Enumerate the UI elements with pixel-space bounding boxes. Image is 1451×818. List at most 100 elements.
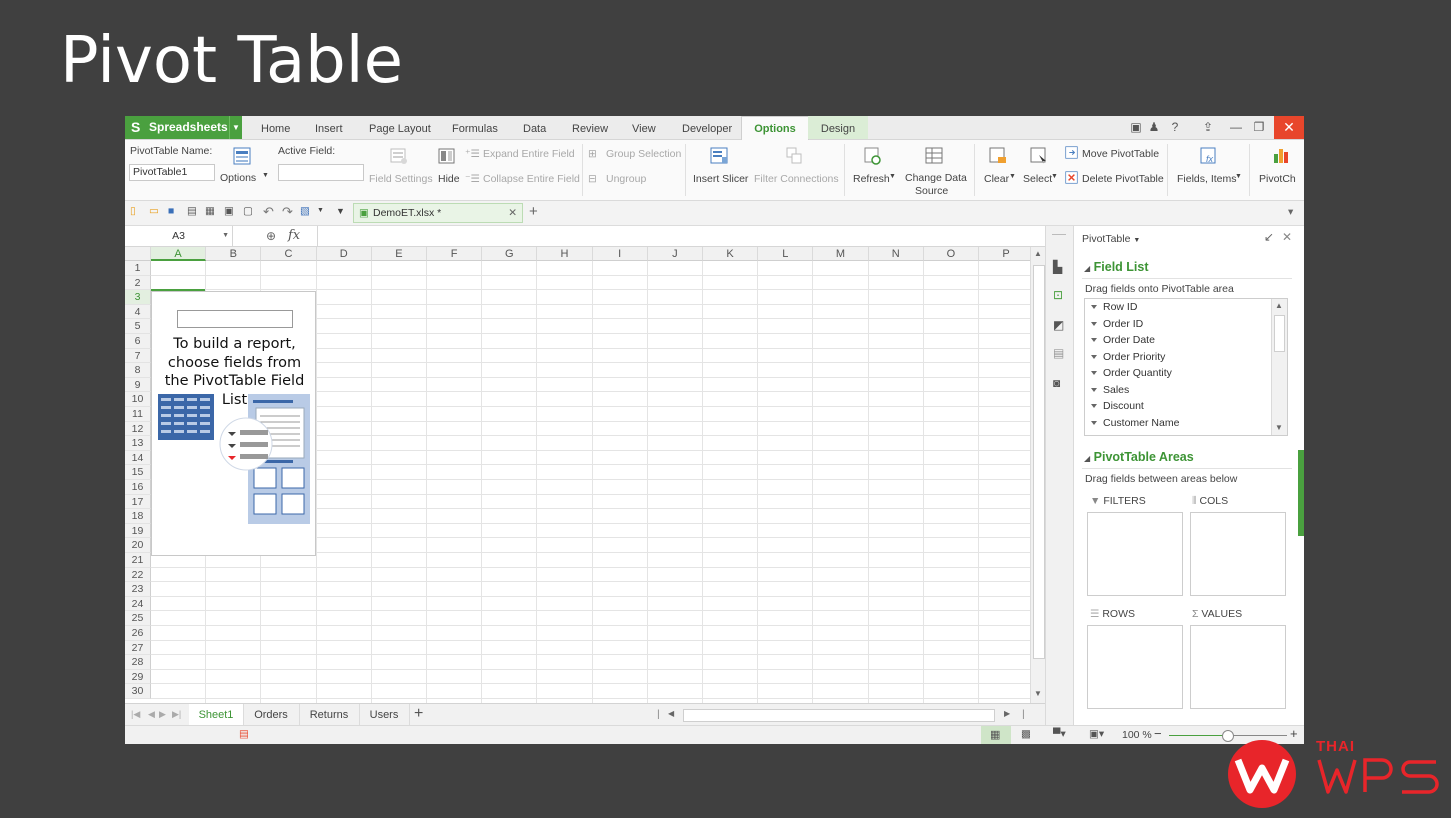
row-header[interactable]: 8 (125, 363, 151, 378)
row-header[interactable]: 28 (125, 655, 151, 670)
normal-view-button[interactable]: ▦ (981, 726, 1011, 744)
backup-icon[interactable]: ▤ (1053, 346, 1067, 360)
undo-icon[interactable]: ↶ (263, 204, 274, 220)
reading-mode-icon[interactable]: ▀▾ (1053, 728, 1066, 740)
close-pane-icon[interactable]: ✕ (1282, 230, 1292, 244)
row-header[interactable]: 6 (125, 334, 151, 349)
row-header[interactable]: 16 (125, 480, 151, 495)
filters-drop-area[interactable] (1087, 512, 1183, 596)
row-header[interactable]: 30 (125, 684, 151, 699)
vertical-scroll-thumb[interactable] (1033, 265, 1045, 659)
tab-design[interactable]: Design (808, 116, 868, 139)
save-icon[interactable]: ■ (168, 205, 174, 217)
skin-icon[interactable]: ▣ (1129, 116, 1143, 139)
spell-check-icon[interactable]: ▢ (243, 205, 253, 217)
pane-collapse-handle[interactable] (1298, 450, 1304, 536)
insert-slicer-button[interactable]: Insert Slicer (693, 173, 748, 185)
field-item[interactable]: Order Priority (1091, 351, 1165, 363)
field-item[interactable]: Sales (1091, 384, 1129, 396)
tab-page-layout[interactable]: Page Layout (369, 116, 431, 139)
pivot-field-list-icon[interactable]: ⊡ (1053, 288, 1067, 302)
sheet-tab-returns[interactable]: Returns (299, 704, 360, 726)
chevron-down-icon[interactable]: ▼ (229, 116, 242, 139)
row-header[interactable]: 12 (125, 421, 151, 437)
active-field-input[interactable] (278, 164, 364, 181)
change-data-source-button[interactable]: Change Data (905, 172, 967, 184)
close-button[interactable]: ✕ (1274, 116, 1304, 139)
column-header[interactable]: E (371, 247, 427, 261)
select-all-corner[interactable] (125, 247, 151, 261)
sheet-tab-sheet1[interactable]: Sheet1 (189, 704, 244, 726)
filter-connections-button[interactable]: Filter Connections (754, 173, 839, 185)
field-list-scroll-thumb[interactable] (1274, 315, 1285, 352)
row-header[interactable]: 27 (125, 640, 151, 656)
row-header[interactable]: 23 (125, 582, 151, 597)
row-header[interactable]: 24 (125, 596, 151, 612)
page-break-view-icon[interactable]: ▩ (1021, 728, 1031, 740)
name-box[interactable]: A3 ▼ (125, 226, 233, 246)
vertical-scrollbar[interactable]: ▲ ▼ (1030, 247, 1046, 703)
new-tab-button[interactable]: + (529, 203, 538, 220)
field-list-scrollbar[interactable]: ▲ ▼ (1271, 299, 1287, 435)
column-header[interactable]: L (758, 247, 814, 261)
restore-button[interactable]: ❐ (1249, 116, 1269, 139)
column-header[interactable]: C (261, 247, 317, 261)
cols-drop-area[interactable] (1190, 512, 1286, 596)
share-icon[interactable]: ⇪ (1199, 116, 1217, 139)
sheet-nav-next-icon[interactable]: ▶ (159, 709, 166, 720)
tab-review[interactable]: Review (572, 116, 608, 139)
insert-function-button[interactable]: fx (288, 228, 300, 243)
field-item[interactable]: Row ID (1091, 301, 1137, 313)
tab-view[interactable]: View (632, 116, 656, 139)
format-icon[interactable]: ◩ (1053, 318, 1067, 332)
minimize-button[interactable]: — (1227, 116, 1245, 139)
row-header[interactable]: 18 (125, 509, 151, 524)
scroll-left-icon[interactable]: ◀ (668, 709, 674, 718)
report-filter-box[interactable] (177, 310, 293, 328)
scroll-up-icon[interactable]: ▲ (1275, 301, 1283, 310)
eye-protection-icon[interactable]: ▣▾ (1089, 728, 1104, 740)
row-header[interactable]: 7 (125, 348, 151, 364)
row-header[interactable]: 20 (125, 538, 151, 553)
macro-record-icon[interactable]: ▤ (239, 728, 249, 740)
ungroup-button[interactable]: Ungroup (606, 173, 646, 185)
add-sheet-button[interactable]: + (414, 705, 423, 723)
export-pdf-icon[interactable]: ▤ (187, 205, 197, 217)
row-header[interactable]: 22 (125, 567, 151, 583)
row-header[interactable]: 25 (125, 611, 151, 626)
camera-icon[interactable]: ◙ (1053, 376, 1067, 390)
sheet-nav-prev-icon[interactable]: ◀ (148, 709, 155, 720)
row-header[interactable]: 5 (125, 319, 151, 334)
column-header[interactable]: F (427, 247, 483, 261)
row-header[interactable]: 13 (125, 436, 151, 451)
options-button[interactable]: Options (220, 172, 256, 184)
row-header[interactable]: 2 (125, 275, 151, 291)
field-settings-button[interactable]: Field Settings (369, 173, 433, 185)
row-header[interactable]: 11 (125, 407, 151, 422)
chevron-down-icon[interactable]: ▼ (317, 207, 324, 214)
user-icon[interactable]: ♟ (1147, 116, 1161, 139)
column-header[interactable]: M (813, 247, 869, 261)
column-header[interactable]: H (537, 247, 593, 261)
row-header[interactable]: 17 (125, 494, 151, 510)
close-tab-icon[interactable]: ✕ (508, 204, 517, 222)
fields-items-button[interactable]: Fields, Items (1177, 173, 1237, 185)
column-header[interactable]: K (703, 247, 759, 261)
zoom-level[interactable]: 100 % (1122, 729, 1152, 741)
field-item[interactable]: Order ID (1091, 318, 1143, 330)
zoom-formula-icon[interactable]: ⊕ (266, 229, 276, 243)
move-pivottable-button[interactable]: Move PivotTable (1082, 148, 1159, 160)
sheet-tab-orders[interactable]: Orders (243, 704, 300, 726)
expand-entire-field-button[interactable]: Expand Entire Field (483, 148, 575, 160)
tab-insert[interactable]: Insert (315, 116, 343, 139)
field-item[interactable]: Order Quantity (1091, 367, 1172, 379)
customize-toolbar-icon[interactable]: ▼ (336, 206, 345, 216)
collapse-entire-field-button[interactable]: Collapse Entire Field (483, 173, 580, 185)
values-drop-area[interactable] (1190, 625, 1286, 709)
tab-options[interactable]: Options (741, 116, 809, 140)
sheet-nav-first-icon[interactable]: |◀ (131, 709, 140, 720)
pane-title[interactable]: PivotTable ▼ (1082, 233, 1140, 245)
field-item[interactable]: Customer Name (1091, 417, 1179, 429)
column-header[interactable]: J (647, 247, 703, 261)
sheet-tab-users[interactable]: Users (359, 704, 410, 726)
